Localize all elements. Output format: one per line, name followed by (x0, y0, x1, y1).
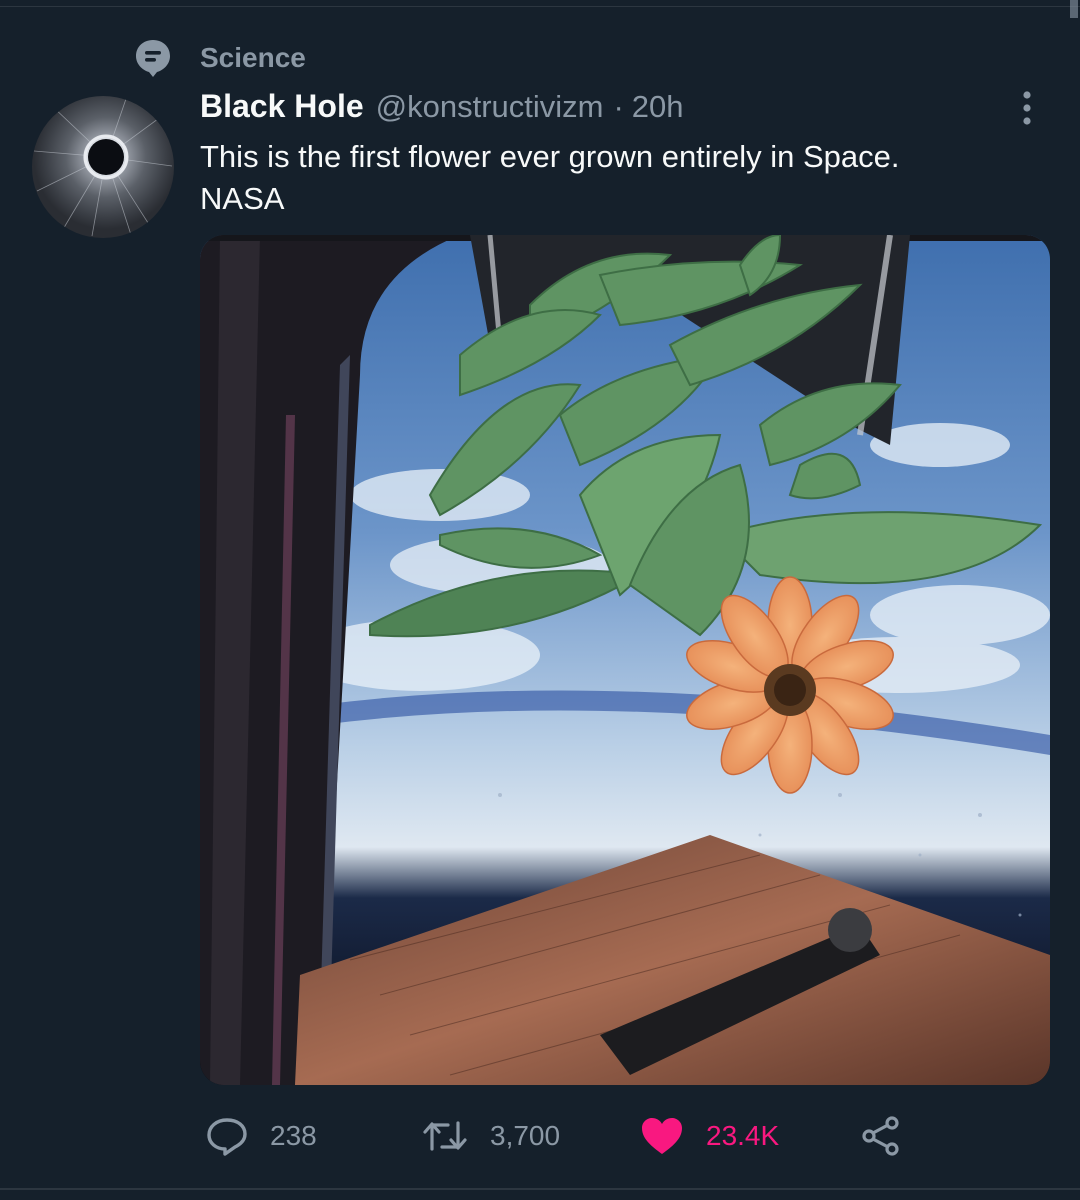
share-icon (862, 1116, 899, 1156)
avatar[interactable] (32, 96, 174, 238)
tweet-text-line: NASA (200, 181, 285, 216)
reply-count: 238 (270, 1120, 317, 1151)
topic-bubble-icon (136, 40, 170, 77)
tweet-timestamp[interactable]: 20h (632, 89, 684, 125)
retweet-button[interactable]: 3,700 (422, 1110, 560, 1162)
user-handle[interactable]: @konstructivizm (376, 89, 604, 125)
topic-row[interactable]: Science (134, 38, 306, 78)
topic-label: Science (200, 42, 306, 73)
separator-dot: · (613, 89, 624, 124)
reply-icon (207, 1118, 247, 1156)
flower-in-space-photo (200, 235, 1050, 1085)
tweet-actions: 238 3,700 23.4K (200, 1110, 960, 1162)
tweet-photo[interactable] (200, 235, 1050, 1085)
eclipse-avatar-image (33, 96, 173, 238)
heart-icon (642, 1118, 682, 1154)
retweet-count: 3,700 (490, 1120, 561, 1151)
tweet-header: Black Hole @konstructivizm · 20h (200, 88, 684, 132)
retweet-icon (423, 1121, 467, 1151)
more-options-icon[interactable] (1010, 90, 1044, 126)
like-button[interactable]: 23.4K (640, 1110, 779, 1162)
tweet-text: This is the first flower ever grown enti… (200, 136, 1020, 220)
bottom-divider (0, 1188, 1080, 1190)
tweet-text-line: This is the first flower ever grown enti… (200, 139, 900, 174)
like-count: 23.4K (706, 1120, 780, 1151)
reply-button[interactable]: 238 (206, 1110, 317, 1162)
share-button[interactable] (860, 1110, 902, 1162)
display-name[interactable]: Black Hole (200, 88, 364, 125)
tweet-card[interactable]: Science Black Hole @konstructivizm · 20h (0, 0, 1080, 1200)
